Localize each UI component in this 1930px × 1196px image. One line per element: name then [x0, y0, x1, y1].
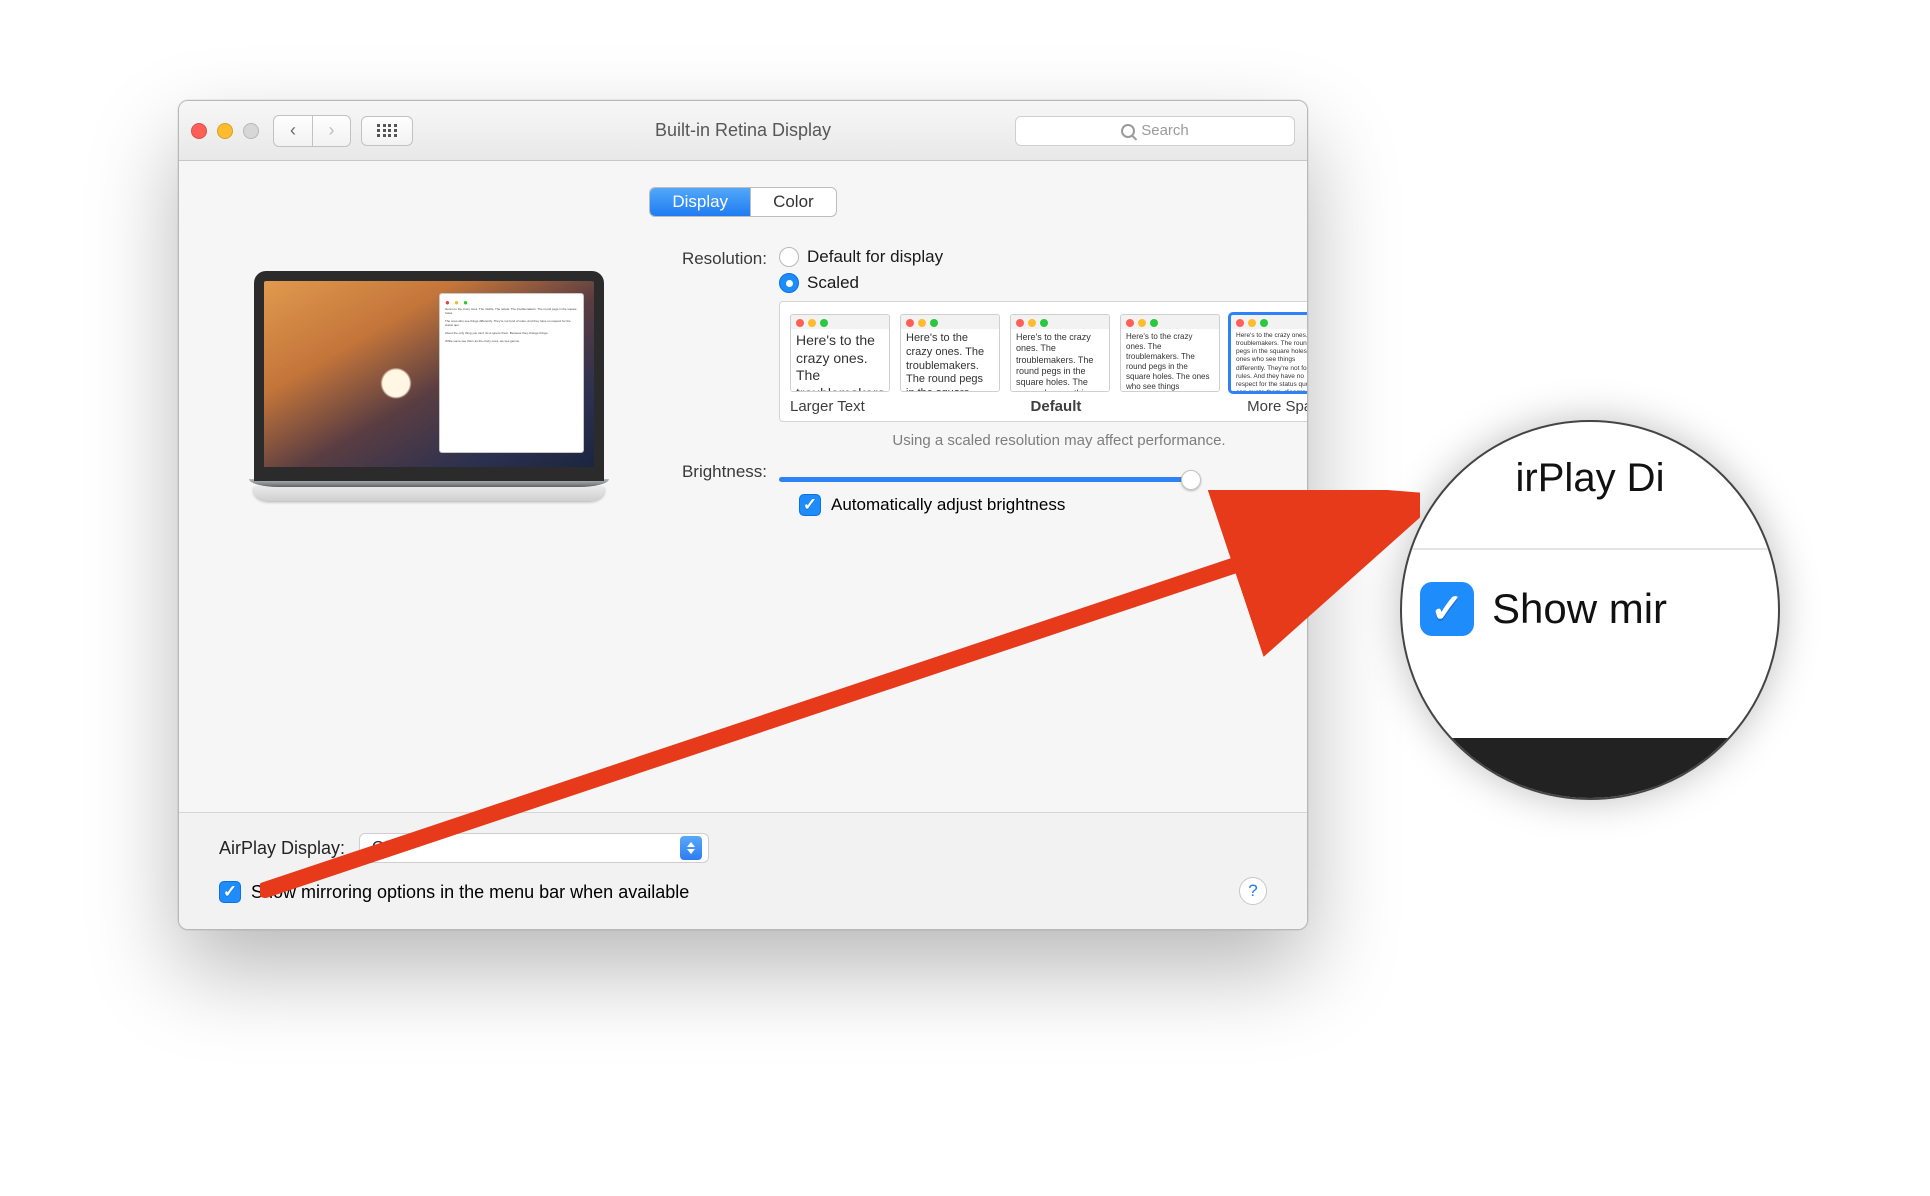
resolution-caption-center: Default [1031, 398, 1082, 415]
airplay-dropdown-value: Off [372, 839, 393, 857]
show-mirroring-label: Show mirroring options in the menu bar w… [251, 882, 689, 903]
brightness-slider[interactable] [779, 477, 1199, 482]
resolution-label: Resolution: [649, 247, 779, 269]
radio-checked-icon [779, 273, 799, 293]
search-placeholder: Search [1141, 122, 1189, 139]
slider-knob-icon[interactable] [1181, 470, 1201, 490]
zoom-callout: irPlay Di ✓ Show mir [1400, 420, 1780, 800]
chevron-left-icon: ‹ [290, 120, 296, 141]
resolution-caption-right: More Space [1247, 398, 1308, 415]
auto-brightness-label: Automatically adjust brightness [831, 495, 1065, 515]
resolution-thumb-1[interactable]: Here's to the crazy ones. The troublemak… [790, 314, 890, 392]
settings-column: Resolution: Default for display Scaled [639, 247, 1308, 516]
checkbox-checked-icon: ✓ [1420, 582, 1474, 636]
forward-button: › [312, 116, 350, 146]
performance-note: Using a scaled resolution may affect per… [779, 432, 1308, 449]
resolution-thumb-3[interactable]: Here's to the crazy ones. The troublemak… [1010, 314, 1110, 392]
display-preview: ● ● ● Here's to the crazy ones. The misf… [219, 247, 639, 516]
help-button[interactable]: ? [1239, 877, 1267, 905]
content: Display Color ● ● ● Here's to the crazy … [179, 161, 1307, 516]
laptop-illustration: ● ● ● Here's to the crazy ones. The misf… [254, 271, 604, 501]
checkbox-checked-icon: ✓ [799, 494, 821, 516]
radio-default-for-display[interactable]: Default for display [779, 247, 1308, 267]
dropdown-arrows-icon [680, 836, 702, 860]
window-titlebar: ‹ › Built-in Retina Display Search [179, 101, 1307, 161]
radio-icon [779, 247, 799, 267]
tabs: Display Color [219, 187, 1267, 217]
tab-display[interactable]: Display [650, 188, 750, 216]
back-button[interactable]: ‹ [274, 116, 312, 146]
resolution-caption-left: Larger Text [790, 398, 865, 415]
tab-segment: Display Color [649, 187, 836, 217]
close-icon[interactable] [191, 123, 207, 139]
search-icon [1121, 124, 1135, 138]
radio-default-label: Default for display [807, 247, 943, 267]
chevron-right-icon: › [329, 120, 335, 141]
zoom-disabled-icon [243, 123, 259, 139]
grid-icon [377, 124, 397, 138]
footer: AirPlay Display: Off ✓ Show mirroring op… [179, 812, 1307, 929]
show-mirroring-row[interactable]: ✓ Show mirroring options in the menu bar… [219, 881, 1267, 903]
window-traffic-lights [191, 123, 259, 139]
airplay-dropdown[interactable]: Off [359, 833, 709, 863]
resolution-thumb-4[interactable]: Here's to the crazy ones. The troublemak… [1120, 314, 1220, 392]
radio-scaled[interactable]: Scaled [779, 273, 1308, 293]
airplay-label: AirPlay Display: [219, 838, 345, 859]
resolution-options-box: Here's to the crazy ones. The troublemak… [779, 301, 1308, 422]
resolution-thumb-5[interactable]: Here's to the crazy ones. The troublemak… [1230, 314, 1308, 392]
auto-brightness-row[interactable]: ✓ Automatically adjust brightness [799, 494, 1308, 516]
zoom-mirroring-label: Show mir [1492, 585, 1667, 633]
show-all-button[interactable] [361, 116, 413, 146]
brightness-label: Brightness: [649, 460, 779, 482]
search-input[interactable]: Search [1015, 116, 1295, 146]
help-icon: ? [1248, 881, 1257, 901]
nav-back-forward: ‹ › [273, 115, 351, 147]
checkbox-checked-icon: ✓ [219, 881, 241, 903]
minimize-icon[interactable] [217, 123, 233, 139]
displays-preferences-window: ‹ › Built-in Retina Display Search Displ… [178, 100, 1308, 930]
radio-scaled-label: Scaled [807, 273, 859, 293]
resolution-thumb-2[interactable]: Here's to the crazy ones. The troublemak… [900, 314, 1000, 392]
zoom-mirroring-row: ✓ Show mir [1420, 582, 1667, 636]
tab-color[interactable]: Color [750, 188, 836, 216]
zoom-airplay-text: irPlay Di [1516, 456, 1665, 501]
